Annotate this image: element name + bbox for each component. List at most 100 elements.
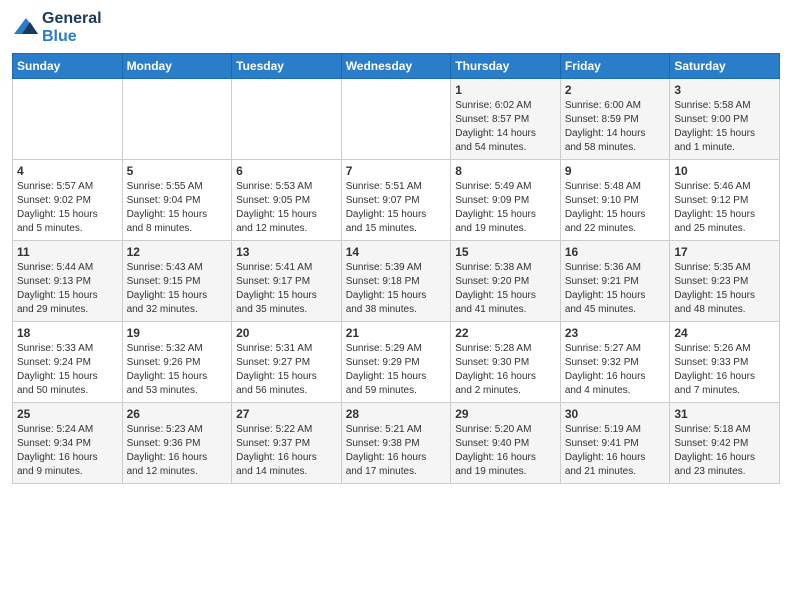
day-info: Sunrise: 5:19 AM Sunset: 9:41 PM Dayligh… bbox=[565, 423, 666, 479]
calendar-day-cell: 2 Sunrise: 6:00 AM Sunset: 8:59 PM Daylig… bbox=[560, 79, 670, 160]
day-info: Sunrise: 6:02 AM Sunset: 8:57 PM Dayligh… bbox=[455, 99, 556, 155]
day-number: 15 bbox=[455, 245, 556, 259]
day-info: Sunrise: 5:23 AM Sunset: 9:36 PM Dayligh… bbox=[127, 423, 228, 479]
day-info: Sunrise: 5:18 AM Sunset: 9:42 PM Dayligh… bbox=[674, 423, 775, 479]
day-number: 7 bbox=[346, 164, 447, 178]
day-info: Sunrise: 5:46 AM Sunset: 9:12 PM Dayligh… bbox=[674, 180, 775, 236]
day-info: Sunrise: 5:49 AM Sunset: 9:09 PM Dayligh… bbox=[455, 180, 556, 236]
day-number: 2 bbox=[565, 83, 666, 97]
day-number: 4 bbox=[17, 164, 118, 178]
calendar-day-cell: 28 Sunrise: 5:21 AM Sunset: 9:38 PM Dayli… bbox=[341, 403, 451, 484]
calendar-day-cell bbox=[122, 79, 232, 160]
calendar-day-cell: 14 Sunrise: 5:39 AM Sunset: 9:18 PM Dayli… bbox=[341, 241, 451, 322]
calendar-week-row: 25Sunrise: 5:24 AM Sunset: 9:34 PM Dayli… bbox=[13, 403, 780, 484]
day-number: 13 bbox=[236, 245, 337, 259]
calendar-day-header: Tuesday bbox=[232, 54, 342, 79]
calendar-day-cell: 16Sunrise: 5:36 AM Sunset: 9:21 PM Dayli… bbox=[560, 241, 670, 322]
day-number: 23 bbox=[565, 326, 666, 340]
calendar-day-cell: 1 Sunrise: 6:02 AM Sunset: 8:57 PM Daylig… bbox=[451, 79, 561, 160]
calendar-day-cell bbox=[232, 79, 342, 160]
calendar-day-cell bbox=[13, 79, 123, 160]
calendar-day-cell: 24 Sunrise: 5:26 AM Sunset: 9:33 PM Dayli… bbox=[670, 322, 780, 403]
day-number: 14 bbox=[346, 245, 447, 259]
day-info: Sunrise: 5:29 AM Sunset: 9:29 PM Dayligh… bbox=[346, 342, 447, 398]
calendar-day-cell: 10 Sunrise: 5:46 AM Sunset: 9:12 PM Dayli… bbox=[670, 160, 780, 241]
day-number: 3 bbox=[674, 83, 775, 97]
day-number: 29 bbox=[455, 407, 556, 421]
calendar-week-row: 11 Sunrise: 5:44 AM Sunset: 9:13 PM Dayli… bbox=[13, 241, 780, 322]
day-number: 8 bbox=[455, 164, 556, 178]
calendar-day-cell: 7Sunrise: 5:51 AM Sunset: 9:07 PM Daylig… bbox=[341, 160, 451, 241]
day-number: 18 bbox=[17, 326, 118, 340]
day-number: 22 bbox=[455, 326, 556, 340]
day-number: 9 bbox=[565, 164, 666, 178]
day-number: 30 bbox=[565, 407, 666, 421]
day-info: Sunrise: 5:21 AM Sunset: 9:38 PM Dayligh… bbox=[346, 423, 447, 479]
calendar-day-cell: 5 Sunrise: 5:55 AM Sunset: 9:04 PM Daylig… bbox=[122, 160, 232, 241]
day-number: 31 bbox=[674, 407, 775, 421]
calendar-day-cell: 4 Sunrise: 5:57 AM Sunset: 9:02 PM Daylig… bbox=[13, 160, 123, 241]
calendar-day-cell: 8 Sunrise: 5:49 AM Sunset: 9:09 PM Daylig… bbox=[451, 160, 561, 241]
calendar-day-header: Thursday bbox=[451, 54, 561, 79]
day-number: 5 bbox=[127, 164, 228, 178]
day-info: Sunrise: 5:36 AM Sunset: 9:21 PM Dayligh… bbox=[565, 261, 666, 317]
day-number: 21 bbox=[346, 326, 447, 340]
day-number: 28 bbox=[346, 407, 447, 421]
calendar-day-cell: 3Sunrise: 5:58 AM Sunset: 9:00 PM Daylig… bbox=[670, 79, 780, 160]
day-info: Sunrise: 5:55 AM Sunset: 9:04 PM Dayligh… bbox=[127, 180, 228, 236]
day-number: 24 bbox=[674, 326, 775, 340]
calendar-day-cell: 30 Sunrise: 5:19 AM Sunset: 9:41 PM Dayli… bbox=[560, 403, 670, 484]
day-info: Sunrise: 5:48 AM Sunset: 9:10 PM Dayligh… bbox=[565, 180, 666, 236]
calendar-container: General Blue SundayMondayTuesdayWednesda… bbox=[0, 0, 792, 494]
calendar-day-cell: 9 Sunrise: 5:48 AM Sunset: 9:10 PM Daylig… bbox=[560, 160, 670, 241]
day-info: Sunrise: 5:43 AM Sunset: 9:15 PM Dayligh… bbox=[127, 261, 228, 317]
calendar-day-cell: 26 Sunrise: 5:23 AM Sunset: 9:36 PM Dayli… bbox=[122, 403, 232, 484]
calendar-day-cell: 6Sunrise: 5:53 AM Sunset: 9:05 PM Daylig… bbox=[232, 160, 342, 241]
day-number: 19 bbox=[127, 326, 228, 340]
calendar-day-cell: 21 Sunrise: 5:29 AM Sunset: 9:29 PM Dayli… bbox=[341, 322, 451, 403]
calendar-table: SundayMondayTuesdayWednesdayThursdayFrid… bbox=[12, 53, 780, 484]
day-info: Sunrise: 5:33 AM Sunset: 9:24 PM Dayligh… bbox=[17, 342, 118, 398]
calendar-day-cell: 22 Sunrise: 5:28 AM Sunset: 9:30 PM Dayli… bbox=[451, 322, 561, 403]
logo-icon bbox=[12, 14, 40, 42]
day-info: Sunrise: 5:32 AM Sunset: 9:26 PM Dayligh… bbox=[127, 342, 228, 398]
day-number: 26 bbox=[127, 407, 228, 421]
calendar-week-row: 1 Sunrise: 6:02 AM Sunset: 8:57 PM Daylig… bbox=[13, 79, 780, 160]
day-number: 11 bbox=[17, 245, 118, 259]
logo: General Blue bbox=[12, 10, 102, 45]
calendar-week-row: 4 Sunrise: 5:57 AM Sunset: 9:02 PM Daylig… bbox=[13, 160, 780, 241]
calendar-day-header: Friday bbox=[560, 54, 670, 79]
day-info: Sunrise: 5:57 AM Sunset: 9:02 PM Dayligh… bbox=[17, 180, 118, 236]
day-info: Sunrise: 5:38 AM Sunset: 9:20 PM Dayligh… bbox=[455, 261, 556, 317]
calendar-day-header: Saturday bbox=[670, 54, 780, 79]
day-info: Sunrise: 5:44 AM Sunset: 9:13 PM Dayligh… bbox=[17, 261, 118, 317]
calendar-day-cell: 12Sunrise: 5:43 AM Sunset: 9:15 PM Dayli… bbox=[122, 241, 232, 322]
header: General Blue bbox=[12, 10, 780, 45]
calendar-header-row: SundayMondayTuesdayWednesdayThursdayFrid… bbox=[13, 54, 780, 79]
day-number: 25 bbox=[17, 407, 118, 421]
day-info: Sunrise: 5:22 AM Sunset: 9:37 PM Dayligh… bbox=[236, 423, 337, 479]
day-number: 1 bbox=[455, 83, 556, 97]
calendar-day-cell bbox=[341, 79, 451, 160]
day-info: Sunrise: 5:39 AM Sunset: 9:18 PM Dayligh… bbox=[346, 261, 447, 317]
logo-text: General Blue bbox=[42, 10, 102, 45]
calendar-day-cell: 19 Sunrise: 5:32 AM Sunset: 9:26 PM Dayli… bbox=[122, 322, 232, 403]
calendar-day-cell: 25Sunrise: 5:24 AM Sunset: 9:34 PM Dayli… bbox=[13, 403, 123, 484]
calendar-day-cell: 29 Sunrise: 5:20 AM Sunset: 9:40 PM Dayli… bbox=[451, 403, 561, 484]
day-info: Sunrise: 5:31 AM Sunset: 9:27 PM Dayligh… bbox=[236, 342, 337, 398]
day-number: 27 bbox=[236, 407, 337, 421]
calendar-day-cell: 13 Sunrise: 5:41 AM Sunset: 9:17 PM Dayli… bbox=[232, 241, 342, 322]
day-number: 17 bbox=[674, 245, 775, 259]
day-info: Sunrise: 5:28 AM Sunset: 9:30 PM Dayligh… bbox=[455, 342, 556, 398]
calendar-week-row: 18 Sunrise: 5:33 AM Sunset: 9:24 PM Dayli… bbox=[13, 322, 780, 403]
day-number: 10 bbox=[674, 164, 775, 178]
day-info: Sunrise: 5:20 AM Sunset: 9:40 PM Dayligh… bbox=[455, 423, 556, 479]
calendar-day-cell: 17 Sunrise: 5:35 AM Sunset: 9:23 PM Dayli… bbox=[670, 241, 780, 322]
day-info: Sunrise: 5:41 AM Sunset: 9:17 PM Dayligh… bbox=[236, 261, 337, 317]
day-info: Sunrise: 5:26 AM Sunset: 9:33 PM Dayligh… bbox=[674, 342, 775, 398]
day-info: Sunrise: 6:00 AM Sunset: 8:59 PM Dayligh… bbox=[565, 99, 666, 155]
calendar-day-cell: 31 Sunrise: 5:18 AM Sunset: 9:42 PM Dayli… bbox=[670, 403, 780, 484]
day-info: Sunrise: 5:35 AM Sunset: 9:23 PM Dayligh… bbox=[674, 261, 775, 317]
calendar-day-cell: 18 Sunrise: 5:33 AM Sunset: 9:24 PM Dayli… bbox=[13, 322, 123, 403]
calendar-day-cell: 20Sunrise: 5:31 AM Sunset: 9:27 PM Dayli… bbox=[232, 322, 342, 403]
